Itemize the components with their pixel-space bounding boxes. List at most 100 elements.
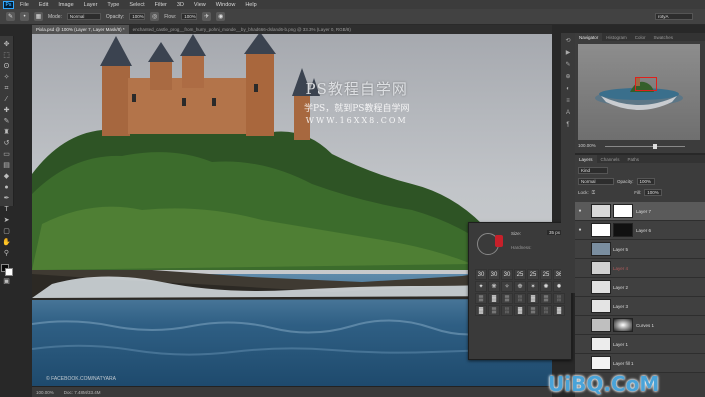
gradient-tool-icon[interactable]: ▤: [2, 161, 11, 170]
navigator-zoom-knob[interactable]: [653, 144, 657, 149]
tab-castle-png[interactable]: enchanted_castle_prog__from_hurry_pohni_…: [129, 25, 355, 34]
history-panel-icon[interactable]: ⟲: [564, 37, 572, 45]
layer-row-layer-5[interactable]: Layer 5: [575, 240, 705, 259]
clone-source-panel-icon[interactable]: ⊕: [564, 73, 572, 81]
tab-channels[interactable]: Channels: [597, 155, 624, 163]
eraser-tool-icon[interactable]: ▭: [2, 150, 11, 159]
visibility-eye-icon[interactable]: ●: [575, 208, 585, 214]
brush-preset[interactable]: ░: [514, 293, 526, 304]
layer-row-layer-2[interactable]: Layer 2: [575, 278, 705, 297]
layer-row-layer-1[interactable]: Layer 1: [575, 335, 705, 354]
brush-preset-picker-icon[interactable]: •: [20, 12, 29, 21]
layer-fill-input[interactable]: 100%: [644, 189, 663, 196]
brush-tool-icon[interactable]: ✎: [6, 12, 15, 21]
layer-mask-thumbnail[interactable]: [613, 204, 633, 218]
layer-mask-thumbnail[interactable]: [613, 223, 633, 237]
navigator-zoom-slider[interactable]: [605, 146, 685, 147]
properties-panel-icon[interactable]: ≡: [564, 97, 572, 105]
brush-preset[interactable]: ▒: [540, 293, 552, 304]
layer-row-layer-6[interactable]: ● Layer 6: [575, 221, 705, 240]
blend-mode-select[interactable]: Normal: [578, 178, 614, 185]
menu-help[interactable]: Help: [245, 2, 256, 8]
brush-preset[interactable]: ░: [540, 305, 552, 316]
visibility-eye-icon[interactable]: ●: [575, 227, 585, 233]
menu-edit[interactable]: Edit: [39, 2, 48, 8]
menu-select[interactable]: Select: [129, 2, 144, 8]
lasso-tool-icon[interactable]: ʘ: [2, 62, 11, 71]
layer-opacity-input[interactable]: 100%: [636, 178, 655, 185]
shape-tool-icon[interactable]: ▢: [2, 227, 11, 236]
healing-brush-tool-icon[interactable]: ✚: [2, 106, 11, 115]
brush-preset[interactable]: ▓: [553, 305, 565, 316]
brush-preset[interactable]: 25: [540, 269, 552, 280]
brush-panel-icon[interactable]: ✎: [564, 61, 572, 69]
tab-layers[interactable]: Layers: [575, 155, 597, 163]
menu-image[interactable]: Image: [58, 2, 73, 8]
marquee-tool-icon[interactable]: ⬚: [2, 51, 11, 60]
history-brush-tool-icon[interactable]: ↺: [2, 139, 11, 148]
brush-preset[interactable]: 30: [501, 269, 513, 280]
brush-preset[interactable]: ▒: [475, 293, 487, 304]
brush-size-input[interactable]: 35 px: [547, 230, 563, 235]
tab-paths[interactable]: Paths: [624, 155, 644, 163]
brush-preset[interactable]: ▓: [488, 293, 500, 304]
menu-filter[interactable]: Filter: [155, 2, 167, 8]
eyedropper-tool-icon[interactable]: ⁄: [2, 95, 11, 104]
menu-window[interactable]: Window: [216, 2, 236, 8]
flow-input[interactable]: 100%: [181, 13, 198, 20]
background-color-swatch[interactable]: [4, 268, 13, 276]
menu-view[interactable]: View: [194, 2, 206, 8]
tab-color[interactable]: Color: [631, 33, 650, 41]
lock-icon[interactable]: ⚿: [592, 190, 595, 195]
brush-preset[interactable]: ▒: [501, 293, 513, 304]
menu-3d[interactable]: 3D: [177, 2, 184, 8]
brush-preset[interactable]: ▓: [475, 305, 487, 316]
brush-preset[interactable]: ░: [553, 293, 565, 304]
opacity-input[interactable]: 100%: [129, 13, 146, 20]
menu-type[interactable]: Type: [107, 2, 119, 8]
dodge-tool-icon[interactable]: ●: [2, 183, 11, 192]
quick-select-tool-icon[interactable]: ✧: [2, 73, 11, 82]
layer-row-layer-3[interactable]: Layer 3: [575, 297, 705, 316]
tab-navigator[interactable]: Navigator: [575, 33, 603, 41]
menu-layer[interactable]: Layer: [84, 2, 98, 8]
layer-kind-filter[interactable]: Kind: [578, 167, 608, 174]
blur-tool-icon[interactable]: ◆: [2, 172, 11, 181]
pressure-opacity-icon[interactable]: ◎: [150, 12, 160, 21]
type-tool-icon[interactable]: T: [2, 205, 11, 214]
move-tool-icon[interactable]: ✥: [2, 40, 11, 49]
layer-row-layer-fill-1[interactable]: Layer fill 1: [575, 354, 705, 373]
brush-preset[interactable]: ❉: [514, 281, 526, 292]
paragraph-panel-icon[interactable]: ¶: [564, 121, 572, 129]
brush-preset[interactable]: 25: [527, 269, 539, 280]
brush-preset[interactable]: ✺: [540, 281, 552, 292]
crop-tool-icon[interactable]: ⌗: [2, 84, 11, 93]
workspace-search-input[interactable]: rotyA: [655, 13, 693, 20]
actions-panel-icon[interactable]: ▶: [564, 49, 572, 57]
screen-mode-icon[interactable]: ▣: [2, 277, 11, 286]
brush-preset[interactable]: 25: [514, 269, 526, 280]
brush-preset[interactable]: ▒: [527, 305, 539, 316]
brush-preset[interactable]: 30: [475, 269, 487, 280]
pressure-size-icon[interactable]: ◉: [216, 12, 226, 21]
mode-select[interactable]: Normal: [66, 13, 101, 20]
brush-preset[interactable]: ✦: [475, 281, 487, 292]
clone-stamp-tool-icon[interactable]: ♜: [2, 128, 11, 137]
layer-row-layer-7[interactable]: ● Layer 7: [575, 202, 705, 221]
brush-preset[interactable]: ✧: [501, 281, 513, 292]
navigator-thumbnail[interactable]: [578, 44, 700, 140]
airbrush-icon[interactable]: ✈: [202, 12, 212, 21]
brush-preset[interactable]: ✶: [527, 281, 539, 292]
tab-swatches[interactable]: Swatches: [650, 33, 678, 41]
menu-file[interactable]: File: [20, 2, 29, 8]
brush-preset[interactable]: ▓: [527, 293, 539, 304]
brush-preset[interactable]: 30: [488, 269, 500, 280]
layer-row-curves-1[interactable]: Curves 1: [575, 316, 705, 335]
brush-preset[interactable]: ▒: [488, 305, 500, 316]
tab-pixla-psd[interactable]: Pixla.psd @ 100% (Layer 7, Layer Mask/8)…: [32, 25, 129, 34]
tab-histogram[interactable]: Histogram: [602, 33, 631, 41]
status-zoom[interactable]: 100.00%: [36, 390, 54, 395]
brush-preset[interactable]: ▓: [514, 305, 526, 316]
brush-tool-icon-left[interactable]: ✎: [2, 117, 11, 126]
pen-tool-icon[interactable]: ✒: [2, 194, 11, 203]
